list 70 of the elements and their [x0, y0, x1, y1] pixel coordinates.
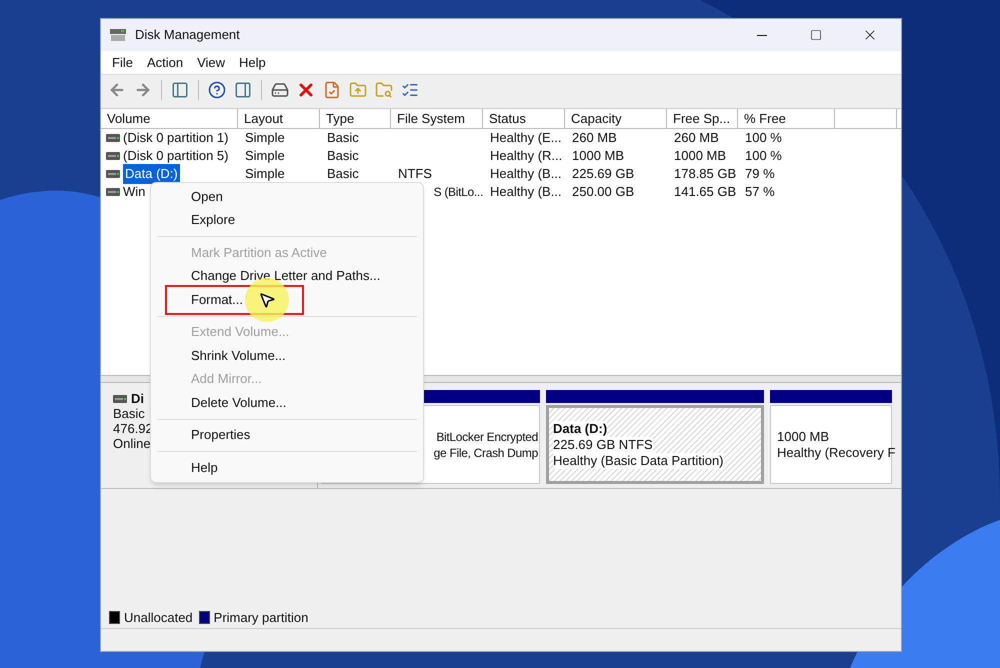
- disk-info: Online: [113, 436, 151, 451]
- table-cell-text: Healthy (B...: [490, 165, 562, 184]
- menu-item[interactable]: File: [105, 52, 140, 72]
- disk-name: Di: [131, 391, 144, 406]
- partition-block[interactable]: Data (D:) 225.69 GB NTFS Healthy (Basic Data Partition): [546, 405, 764, 484]
- partition-info: BitLocker Encrypted: [436, 428, 538, 444]
- menu-item[interactable]: Help: [232, 52, 273, 72]
- table-cell-text: (Disk 0 partition 1): [123, 129, 228, 148]
- column-header[interactable]: Capacity: [565, 109, 667, 128]
- legend-label: Primary partition: [214, 608, 308, 627]
- table-cell-text: 260 MB: [674, 129, 719, 148]
- context-menu-item[interactable]: Properties: [191, 425, 250, 446]
- column-header[interactable]: % Free: [738, 109, 835, 128]
- context-menu-item[interactable]: Format...: [191, 290, 244, 310]
- table-cell-text: 225.69 GB: [572, 165, 634, 184]
- menu-item[interactable]: View: [190, 52, 232, 72]
- column-header[interactable]: Free Sp...: [667, 109, 738, 128]
- drive-icon: [106, 134, 120, 142]
- table-cell-text: Simple: [245, 129, 285, 148]
- table-cell-text: Basic: [327, 147, 359, 166]
- context-menu-item[interactable]: Delete Volume...: [191, 392, 286, 413]
- table-cell-text: Win: [123, 183, 146, 202]
- table-cell-text: 57 %: [745, 183, 775, 202]
- table-cell-text: (Disk 0 partition 5): [123, 147, 228, 166]
- minimize-icon: [757, 34, 767, 36]
- legend-label: Unallocated: [124, 608, 193, 627]
- context-menu-item[interactable]: Explore: [191, 210, 236, 230]
- drive-icon: [106, 188, 120, 196]
- table-cell-text: 1000 MB: [674, 147, 726, 166]
- table-cell-text: NTFS: [398, 165, 432, 184]
- table-cell-text: 250.00 GB: [572, 183, 634, 202]
- table-cell-text: Basic: [327, 165, 359, 184]
- table-cell-text: 178.85 GB: [674, 165, 736, 184]
- table-cell-text: Simple: [245, 147, 285, 166]
- table-cell-text: Basic: [327, 129, 359, 148]
- column-header[interactable]: File System: [391, 109, 483, 128]
- column-header[interactable]: Type: [320, 109, 391, 128]
- partition-info: Healthy (Basic Data Partition): [553, 452, 724, 468]
- column-header[interactable]: Layout: [238, 109, 320, 128]
- drive-icon: [106, 170, 120, 178]
- disk-info: Basic: [113, 406, 145, 421]
- context-menu-item[interactable]: Open: [191, 186, 223, 207]
- disk-management-icon: [109, 28, 127, 42]
- table-cell-text: 79 %: [745, 165, 775, 184]
- table-cell-text: Healthy (B...: [490, 183, 562, 202]
- partition-info: 225.69 GB NTFS: [553, 436, 653, 452]
- table-cell-text: Healthy (E...: [490, 129, 562, 148]
- partition-info: 1000 MB: [777, 428, 830, 444]
- table-cell-text: 100 %: [745, 147, 782, 166]
- drive-icon: [106, 152, 120, 160]
- table-cell-text: 260 MB: [572, 129, 617, 148]
- partition-title: Data (D:): [553, 420, 608, 436]
- table-cell: Data (D:): [123, 164, 180, 184]
- mouse-pointer-icon: [258, 291, 276, 309]
- context-menu-item[interactable]: Shrink Volume...: [191, 346, 286, 366]
- drive-icon: [113, 394, 127, 402]
- maximize-icon: [810, 29, 822, 41]
- partition-info: ge File, Crash Dump: [434, 444, 538, 460]
- column-header[interactable]: Status: [483, 109, 565, 128]
- context-menu-item[interactable]: Help: [191, 458, 218, 478]
- table-cell-text: 1000 MB: [572, 147, 624, 166]
- table-cell-text: S (BitLo...: [434, 184, 483, 201]
- table-cell-text: Healthy (R...: [490, 147, 562, 166]
- menu-item[interactable]: Action: [140, 52, 190, 72]
- table-cell-text: Simple: [245, 165, 285, 184]
- table-cell-text: 141.65 GB: [674, 183, 736, 202]
- context-menu-item[interactable]: Change Drive Letter and Paths...: [191, 266, 380, 286]
- table-cell-text: 100 %: [745, 129, 782, 148]
- column-header[interactable]: Volume: [101, 109, 238, 128]
- window-title: Disk Management: [135, 26, 240, 44]
